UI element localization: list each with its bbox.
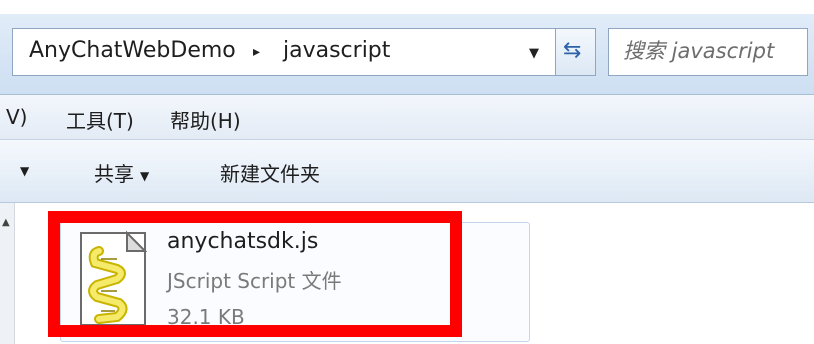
- refresh-icon: ⇆: [563, 38, 582, 63]
- search-input[interactable]: [609, 29, 795, 73]
- file-type: JScript Script 文件: [167, 269, 342, 293]
- refresh-button[interactable]: ⇆: [556, 28, 596, 76]
- command-toolbar: ▼ 共享 ▼ 新建文件夹: [0, 140, 814, 203]
- jscript-file-icon: [80, 230, 148, 326]
- file-name: anychatsdk.js: [167, 229, 319, 254]
- share-label: 共享: [94, 162, 134, 186]
- menu-view[interactable]: V): [6, 105, 27, 129]
- menu-tools[interactable]: 工具(T): [66, 105, 134, 134]
- file-item-anychatsdk[interactable]: anychatsdk.js JScript Script 文件 32.1 KB: [60, 222, 530, 342]
- breadcrumb-javascript[interactable]: javascript: [283, 38, 390, 63]
- search-box[interactable]: [608, 28, 808, 76]
- new-folder-button[interactable]: 新建文件夹: [220, 158, 320, 187]
- address-history-dropdown-icon[interactable]: ▼: [529, 46, 539, 61]
- menu-bar: V) 工具(T) 帮助(H): [0, 95, 814, 140]
- file-size: 32.1 KB: [167, 305, 245, 329]
- menu-help[interactable]: 帮助(H): [170, 105, 241, 134]
- organize-dropdown-icon[interactable]: ▼: [20, 164, 29, 178]
- share-button[interactable]: 共享 ▼: [94, 158, 149, 187]
- vertical-scrollbar[interactable]: ▲: [0, 203, 15, 344]
- file-list-pane: ▲ anychatsdk.js JScript Script 文件 32.1 K…: [0, 203, 814, 344]
- address-bar[interactable]: AnyChatWebDemo ▸ javascript ▼: [12, 28, 556, 76]
- breadcrumb-separator-icon[interactable]: ▸: [253, 44, 260, 60]
- breadcrumb-anychatwebdemo[interactable]: AnyChatWebDemo: [29, 38, 236, 63]
- scroll-up-icon[interactable]: ▲: [2, 217, 10, 228]
- window-top-edge: [0, 0, 814, 14]
- share-dropdown-icon: ▼: [140, 168, 150, 183]
- address-bar-area: AnyChatWebDemo ▸ javascript ▼ ⇆: [0, 14, 814, 95]
